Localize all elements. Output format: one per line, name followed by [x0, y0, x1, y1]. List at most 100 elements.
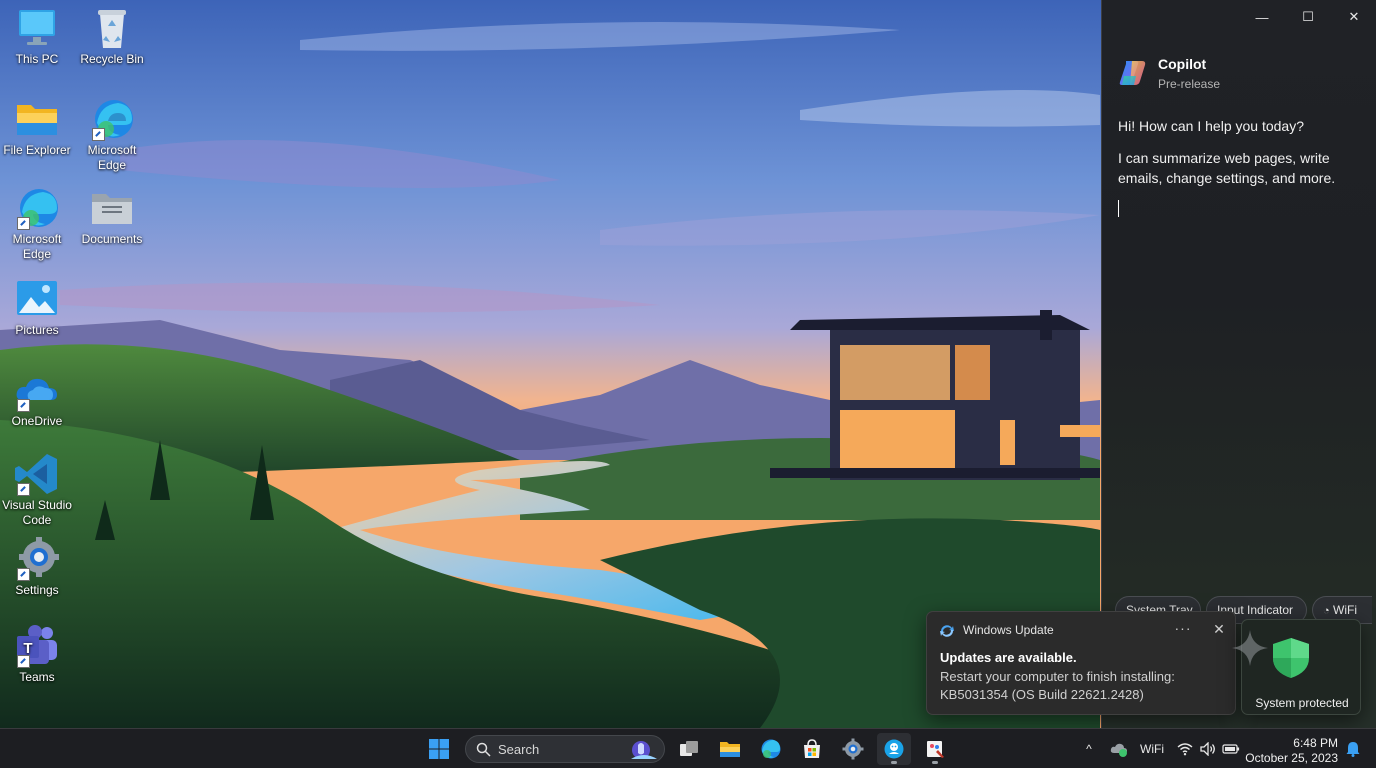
taskbar-paint[interactable]	[918, 733, 952, 765]
search-highlight-icon	[631, 741, 657, 759]
clock-time: 6:48 PM	[1293, 736, 1338, 750]
desktop-icon-label: Pictures	[15, 323, 59, 337]
taskbar-settings[interactable]	[836, 733, 870, 765]
gear-icon	[13, 537, 61, 581]
tray-wifi-label[interactable]: WiFi	[1137, 729, 1167, 768]
running-indicator	[891, 761, 897, 764]
shield-icon	[1273, 638, 1309, 678]
desktop-icon-label: OneDrive	[11, 414, 63, 428]
desktop-icon-visual-studio-code[interactable]: Visual Studio Code	[0, 452, 75, 528]
desktop-icon-label: This PC	[15, 52, 59, 66]
desktop-icon-label: Microsoft Edge	[12, 232, 62, 261]
shortcut-arrow-icon	[17, 568, 30, 581]
security-status-label: System protected	[1255, 696, 1349, 710]
desktop-icon-file-explorer[interactable]: File Explorer	[0, 97, 75, 158]
taskbar-file-explorer[interactable]	[713, 733, 747, 765]
desktop-icon-label: File Explorer	[3, 143, 71, 157]
wifi-icon	[1177, 743, 1193, 756]
settings-icon	[842, 738, 864, 760]
windows-update-notification[interactable]: Windows Update ··· ✕ Updates are availab…	[926, 611, 1236, 715]
search-placeholder: Search	[498, 742, 540, 757]
copilot-subtitle: Pre-release	[1158, 77, 1221, 91]
microsoft-store-icon	[804, 739, 820, 758]
sparkle-icon	[1232, 630, 1268, 666]
taskbar-copilot[interactable]	[877, 733, 911, 765]
chevron-up-icon: ^	[1086, 742, 1092, 756]
desktop-icon-pictures[interactable]: Pictures	[0, 277, 75, 338]
dismiss-notification-button[interactable]: ✕	[1208, 618, 1230, 640]
bell-icon	[1346, 742, 1360, 757]
copilot-title: Copilot	[1158, 56, 1207, 72]
close-icon: ✕	[1348, 9, 1360, 24]
battery-icon	[1222, 744, 1240, 754]
running-indicator	[932, 761, 938, 764]
edge-icon	[761, 739, 781, 759]
minimize-button[interactable]: —	[1239, 0, 1285, 34]
maximize-button[interactable]: ☐	[1285, 0, 1331, 34]
folder-icon	[13, 97, 61, 141]
maximize-icon: ☐	[1302, 9, 1314, 24]
wifi-icon: ◔	[1323, 605, 1330, 617]
desktop-icon-label: Teams	[19, 670, 55, 684]
desktop-icon-label: Visual Studio Code	[2, 498, 72, 527]
shortcut-arrow-icon	[17, 655, 30, 668]
volume-icon	[1200, 742, 1215, 756]
text-caret[interactable]	[1118, 200, 1119, 217]
desktop-icon-recycle-bin[interactable]: Recycle Bin	[74, 6, 150, 67]
suggestion-chip-label: WiFi	[1333, 603, 1357, 617]
volume-button[interactable]	[1197, 729, 1219, 768]
taskbar: Search ^ WiFi 6:48 PM October 25, 2023	[0, 728, 1376, 768]
shortcut-arrow-icon	[17, 483, 30, 496]
teams-icon: T	[13, 624, 61, 668]
desktop-icon-onedrive[interactable]: OneDrive	[0, 368, 75, 429]
notification-body: Restart your computer to finish installi…	[940, 669, 1175, 702]
shortcut-arrow-icon	[17, 217, 30, 230]
paint-icon	[927, 741, 944, 758]
start-icon	[429, 739, 449, 759]
desktop-icon-label: Settings	[15, 583, 59, 597]
taskbar-microsoft-store[interactable]	[795, 733, 829, 765]
more-icon: ···	[1174, 620, 1192, 636]
notifications-button[interactable]	[1342, 729, 1364, 768]
close-icon: ✕	[1213, 621, 1225, 637]
shortcut-arrow-icon	[92, 128, 105, 141]
vscode-icon	[13, 452, 61, 496]
show-hidden-icons-button[interactable]: ^	[1078, 729, 1100, 768]
onedrive-icon	[13, 368, 61, 412]
desktop-icon-microsoft-edge[interactable]: Microsoft Edge	[0, 186, 75, 262]
copilot-logo-icon	[1119, 61, 1146, 85]
start-button[interactable]	[422, 733, 456, 765]
desktop-icon-label: Recycle Bin	[80, 52, 144, 66]
desktop-icon-teams[interactable]: T Teams	[0, 624, 75, 685]
desktop-icon-this-pc[interactable]: This PC	[0, 6, 75, 67]
cloud-status-icon	[1110, 743, 1127, 757]
edge-icon	[88, 97, 136, 141]
notification-app-name: Windows Update	[963, 623, 1054, 637]
more-options-button[interactable]: ···	[1170, 618, 1196, 640]
copilot-intro-message: I can summarize web pages, write emails,…	[1118, 150, 1336, 186]
security-status-card[interactable]: System protected	[1232, 619, 1361, 715]
taskbar-edge[interactable]	[754, 733, 788, 765]
copilot-icon	[884, 739, 904, 759]
recycle-bin-icon	[88, 6, 136, 50]
desktop-icon-settings[interactable]: Settings	[0, 537, 75, 598]
copilot-greeting-message: Hi! How can I help you today?	[1118, 118, 1304, 134]
taskbar-search-box[interactable]: Search	[465, 735, 665, 763]
wifi-label: WiFi	[1140, 742, 1164, 756]
search-icon	[476, 742, 491, 757]
tray-copilot-status[interactable]	[1106, 729, 1132, 768]
task-view-button[interactable]	[672, 733, 706, 765]
file-explorer-icon	[720, 742, 740, 757]
task-view-icon	[680, 741, 698, 756]
documents-folder-icon	[88, 186, 136, 230]
desktop-icon-label: Microsoft Edge	[87, 143, 137, 172]
desktop-icon-label: Documents	[81, 232, 143, 246]
shortcut-arrow-icon	[17, 399, 30, 412]
desktop-icon-microsoft-edge[interactable]: Microsoft Edge	[74, 97, 150, 173]
clock-date: October 25, 2023	[1245, 751, 1338, 765]
desktop-icon-documents[interactable]: Documents	[74, 186, 150, 247]
monitor-icon	[13, 6, 61, 50]
network-button[interactable]	[1173, 729, 1197, 768]
close-button[interactable]: ✕	[1331, 0, 1376, 34]
notification-title: Updates are available.	[940, 650, 1077, 665]
